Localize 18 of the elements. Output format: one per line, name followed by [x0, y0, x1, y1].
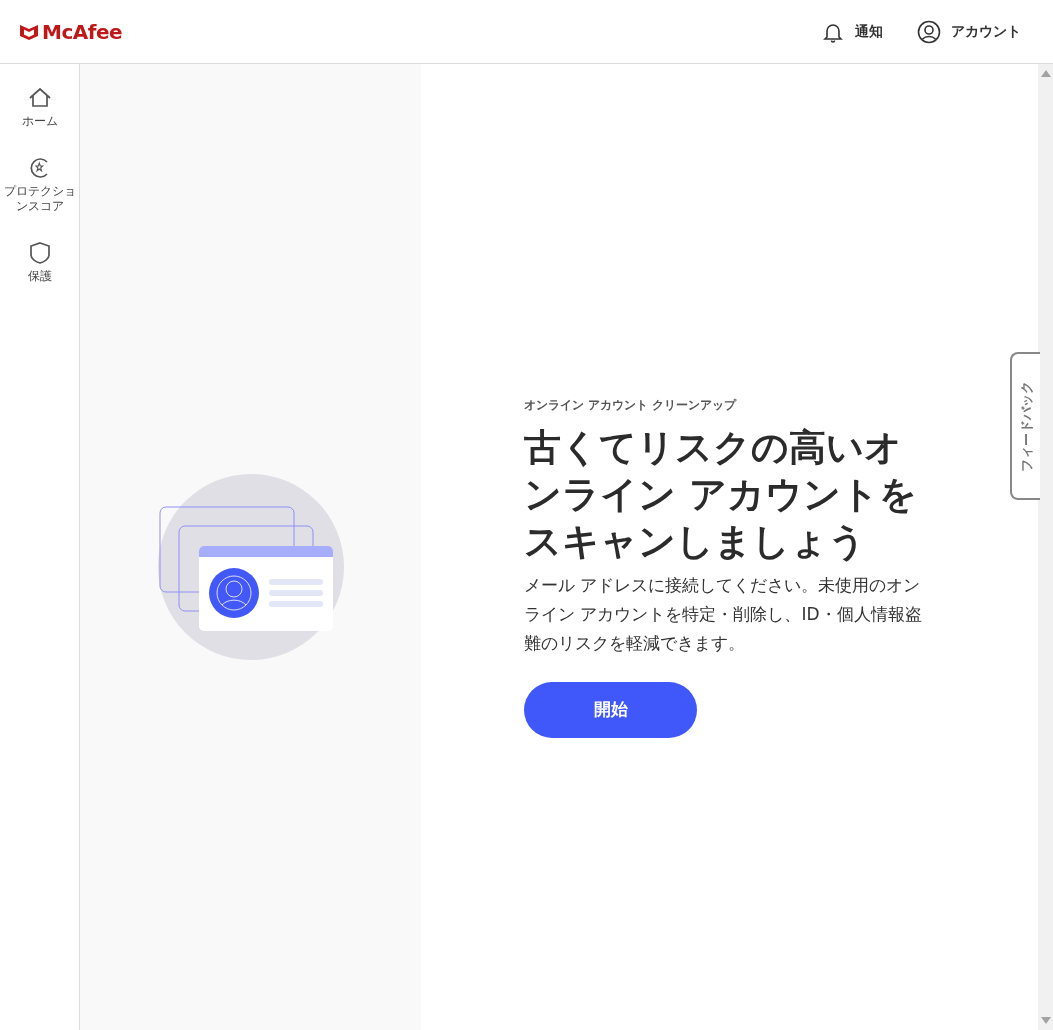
- start-button[interactable]: 開始: [524, 681, 697, 738]
- shield-logo-icon: [19, 22, 39, 41]
- section-label: オンライン アカウント クリーンアップ: [524, 396, 738, 414]
- feedback-tab[interactable]: フィードバック: [1010, 352, 1040, 500]
- user-circle-icon: [917, 19, 941, 44]
- sidebar-item[interactable]: 保護: [0, 238, 79, 287]
- shield-icon: [27, 240, 52, 265]
- headline: 古くてリスクの高いオンライン アカウントをスキャンしましょう: [524, 424, 918, 565]
- scroll-down-icon[interactable]: [1040, 1017, 1051, 1025]
- home-icon: [27, 86, 52, 110]
- scrollbar[interactable]: [1038, 64, 1053, 1030]
- account-button[interactable]: アカウント: [917, 19, 1021, 44]
- sidebar-item[interactable]: プロテクションスコア: [0, 153, 79, 217]
- sidebar-item[interactable]: ホーム: [0, 84, 79, 132]
- scroll-up-icon[interactable]: [1040, 69, 1051, 77]
- description-text: メール アドレスに接続してください。未使用のオンライン アカウントを特定・削除し、ID・個人情報盗難のリスクを軽減できます。: [524, 573, 923, 655]
- logo[interactable]: McAfee: [19, 19, 123, 44]
- notifications-button[interactable]: 通知: [821, 19, 883, 44]
